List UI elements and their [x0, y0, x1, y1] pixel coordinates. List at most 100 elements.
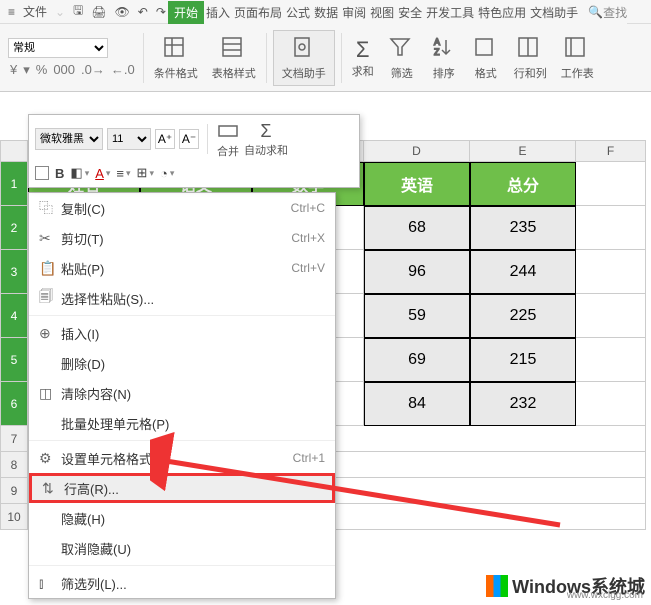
tab-review[interactable]: 审阅 — [340, 1, 368, 24]
header-total[interactable]: 总分 — [470, 162, 576, 206]
file-menu[interactable]: 文件 — [19, 3, 51, 20]
select-all-corner[interactable] — [0, 140, 28, 162]
worksheet-button[interactable]: 工作表 — [557, 35, 598, 81]
shape-button[interactable]: ◔ — [160, 166, 168, 181]
tab-insert[interactable]: 插入 — [204, 1, 232, 24]
col-f[interactable]: F — [576, 140, 646, 162]
font-name-select[interactable]: 微软雅黑 — [35, 128, 103, 150]
thousand-icon[interactable]: 000 — [51, 62, 77, 77]
menu-hide[interactable]: 隐藏(H) — [29, 503, 335, 533]
row-header-2[interactable]: 2 — [0, 206, 28, 250]
tab-data[interactable]: 数据 — [312, 1, 340, 24]
cell[interactable] — [576, 250, 646, 294]
table-style-button[interactable]: 表格样式 — [208, 35, 260, 81]
cell[interactable] — [576, 294, 646, 338]
menu-cell-format[interactable]: ⚙设置单元格格式(F)...Ctrl+1 — [29, 443, 335, 473]
label: 格式 — [475, 65, 497, 81]
percent-icon[interactable]: % — [34, 62, 50, 77]
menu-paste[interactable]: 📋粘贴(P)Ctrl+V — [29, 253, 335, 283]
menu-cut[interactable]: ✂剪切(T)Ctrl+X — [29, 223, 335, 253]
tab-view[interactable]: 视图 — [368, 1, 396, 24]
row-header-1[interactable]: 1 — [0, 162, 28, 206]
tab-layout[interactable]: 页面布局 — [232, 1, 284, 24]
tab-security[interactable]: 安全 — [396, 1, 424, 24]
col-e[interactable]: E — [470, 140, 576, 162]
rowcol-button[interactable]: 行和列 — [510, 35, 551, 81]
border-button[interactable]: ⊞ — [137, 165, 148, 181]
watermark-url: www.wxclgg.com — [567, 590, 643, 601]
cell[interactable] — [576, 338, 646, 382]
hamburger-icon[interactable]: ≡ — [4, 5, 19, 19]
fill-color-button[interactable]: ◧ — [70, 165, 82, 181]
cell-total[interactable]: 215 — [470, 338, 576, 382]
cell-eng[interactable]: 96 — [364, 250, 470, 294]
cell[interactable] — [576, 162, 646, 206]
row-header-4[interactable]: 4 — [0, 294, 28, 338]
bold-button[interactable]: B — [55, 166, 64, 181]
cell-eng[interactable]: 59 — [364, 294, 470, 338]
col-d[interactable]: D — [364, 140, 470, 162]
cell-total[interactable]: 225 — [470, 294, 576, 338]
undo-icon[interactable]: ↶ — [134, 5, 152, 19]
find-button[interactable]: 🔍 查找 — [588, 4, 627, 21]
row-header-8[interactable]: 8 — [0, 452, 28, 478]
cell-total[interactable]: 235 — [470, 206, 576, 250]
paste-special-icon: 🗐 — [39, 286, 61, 310]
cond-format-button[interactable]: 条件格式 — [150, 35, 202, 81]
menu-batch[interactable]: 批量处理单元格(P) — [29, 408, 335, 438]
font-grow-button[interactable]: A⁺ — [155, 129, 175, 149]
align-button[interactable]: ≡ — [116, 166, 124, 181]
menu-clear[interactable]: ◫清除内容(N) — [29, 378, 335, 408]
insert-icon: ⊕ — [39, 325, 61, 342]
doc-helper-button[interactable]: 文档助手 — [273, 30, 335, 86]
menu-copy[interactable]: ⿻复制(C)Ctrl+C — [29, 193, 335, 223]
cell-total[interactable]: 232 — [470, 382, 576, 426]
menu-filter-col[interactable]: ⫾筛选列(L)... — [29, 568, 335, 598]
row-header-3[interactable]: 3 — [0, 250, 28, 294]
menu-row-height[interactable]: ⇅行高(R)... — [29, 473, 335, 503]
preview-icon[interactable]: 👁 — [111, 5, 134, 19]
row-header-9[interactable]: 9 — [0, 478, 28, 504]
menu-delete[interactable]: 删除(D) — [29, 348, 335, 378]
header-english[interactable]: 英语 — [364, 162, 470, 206]
tab-formula[interactable]: 公式 — [284, 1, 312, 24]
tab-start[interactable]: 开始 — [168, 1, 204, 24]
tab-special[interactable]: 特色应用 — [476, 1, 528, 24]
row-header-5[interactable]: 5 — [0, 338, 28, 382]
tab-dev[interactable]: 开发工具 — [424, 1, 476, 24]
format-button[interactable]: 格式 — [468, 35, 504, 81]
currency-icon[interactable]: ¥ — [8, 62, 19, 77]
row-header-10[interactable]: 10 — [0, 504, 28, 530]
number-format-select[interactable]: 常规 — [8, 38, 108, 58]
sheet-icon — [563, 35, 591, 63]
cell-eng[interactable]: 84 — [364, 382, 470, 426]
filter-button[interactable]: 筛选 — [384, 35, 420, 81]
tab-dochelp[interactable]: 文档助手 — [528, 1, 580, 24]
cell[interactable] — [576, 206, 646, 250]
menu-unhide[interactable]: 取消隐藏(U) — [29, 533, 335, 563]
cell-total[interactable]: 244 — [470, 250, 576, 294]
funnel-icon — [388, 35, 416, 63]
label: 取消隐藏(U) — [61, 539, 325, 558]
autosum-button[interactable]: Σ自动求和 — [244, 121, 288, 158]
font-shrink-button[interactable]: A⁻ — [179, 129, 199, 149]
print-icon[interactable]: 🖨 — [87, 5, 110, 19]
font-color-button[interactable]: A — [95, 166, 104, 181]
sort-button[interactable]: AZ排序 — [426, 35, 462, 81]
font-size-select[interactable]: 11 — [107, 128, 151, 150]
cell-eng[interactable]: 68 — [364, 206, 470, 250]
merge-button[interactable]: 合并 — [216, 119, 240, 159]
sum-button[interactable]: Σ求和 — [348, 37, 378, 79]
doc-icon — [290, 35, 318, 63]
menu-paste-special[interactable]: 🗐选择性粘贴(S)... — [29, 283, 335, 313]
dec-dec-icon[interactable]: ←.0 — [109, 62, 137, 77]
cell-eng[interactable]: 69 — [364, 338, 470, 382]
ribbon-tabs: 开始 插入 页面布局 公式 数据 审阅 视图 安全 开发工具 特色应用 文档助手… — [168, 0, 627, 24]
row-header-7[interactable]: 7 — [0, 426, 28, 452]
menu-insert[interactable]: ⊕插入(I) — [29, 318, 335, 348]
format-painter-icon[interactable] — [35, 166, 49, 180]
row-header-6[interactable]: 6 — [0, 382, 28, 426]
dec-inc-icon[interactable]: .0→ — [79, 62, 107, 77]
save-icon[interactable]: 🖫 — [69, 1, 87, 22]
cell[interactable] — [576, 382, 646, 426]
